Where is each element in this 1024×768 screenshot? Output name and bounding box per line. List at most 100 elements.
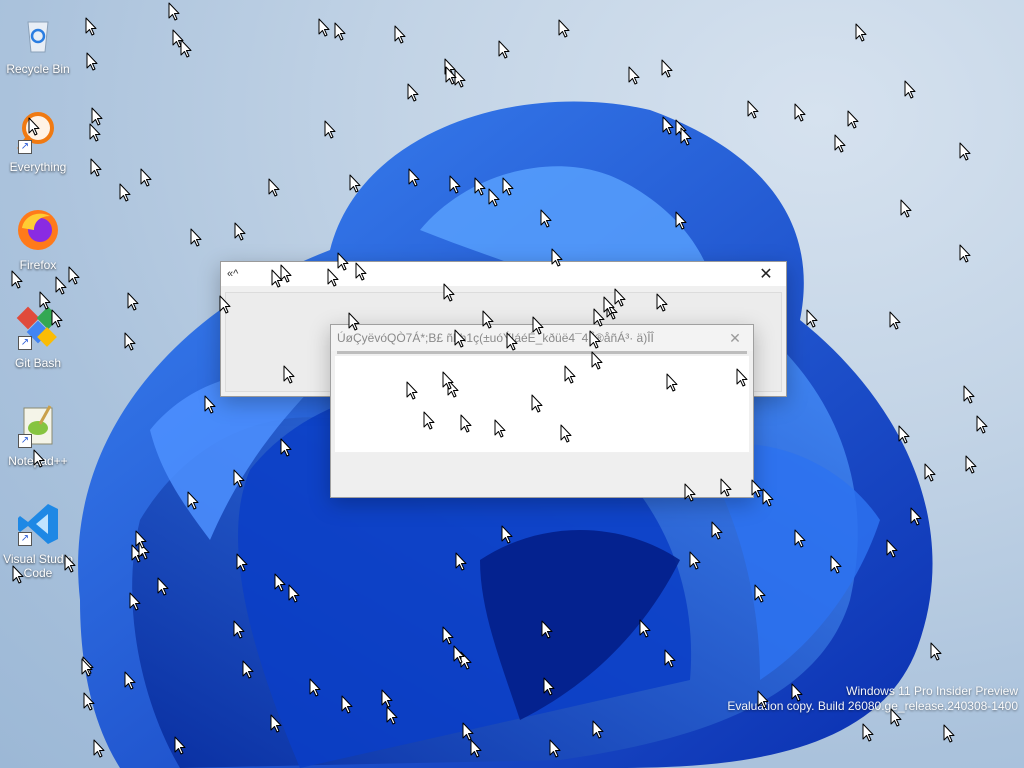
mouse-pointer-icon <box>324 120 336 139</box>
mouse-pointer-icon <box>540 209 552 228</box>
mouse-pointer-icon <box>549 739 561 758</box>
mouse-pointer-icon <box>442 371 454 390</box>
mouse-pointer-icon <box>337 252 349 271</box>
mouse-pointer-icon <box>460 414 472 433</box>
mouse-pointer-icon <box>28 117 40 136</box>
mouse-pointer-icon <box>898 425 910 444</box>
shortcut-arrow-icon: ↗ <box>18 140 32 154</box>
mouse-pointer-icon <box>454 329 466 348</box>
mouse-pointer-icon <box>386 706 398 725</box>
mouse-pointer-icon <box>589 330 601 349</box>
mouse-pointer-icon <box>124 332 136 351</box>
mouse-pointer-icon <box>900 199 912 218</box>
mouse-pointer-icon <box>564 365 576 384</box>
mouse-pointer-icon <box>234 222 246 241</box>
mouse-pointer-icon <box>86 52 98 71</box>
close-icon[interactable]: ✕ <box>721 328 749 348</box>
back-window-title: «^ <box>227 268 239 280</box>
mouse-pointer-icon <box>349 174 361 193</box>
mouse-pointer-icon <box>689 551 701 570</box>
mouse-pointer-icon <box>453 645 465 664</box>
mouse-pointer-icon <box>720 478 732 497</box>
mouse-pointer-icon <box>943 724 955 743</box>
mouse-pointer-icon <box>124 671 136 690</box>
mouse-pointer-icon <box>242 660 254 679</box>
mouse-pointer-icon <box>442 626 454 645</box>
desktop-icon-recycle-bin[interactable]: Recycle Bin <box>2 10 74 76</box>
mouse-pointer-icon <box>762 488 774 507</box>
mouse-pointer-icon <box>135 530 147 549</box>
mouse-pointer-icon <box>91 107 103 126</box>
mouse-pointer-icon <box>482 310 494 329</box>
desktop-icon-firefox[interactable]: Firefox <box>2 206 74 272</box>
firefox-icon <box>14 206 62 254</box>
mouse-pointer-icon <box>794 103 806 122</box>
mouse-pointer-icon <box>334 22 346 41</box>
mouse-pointer-icon <box>747 100 759 119</box>
mouse-pointer-icon <box>85 17 97 36</box>
mouse-pointer-icon <box>976 415 988 434</box>
mouse-pointer-icon <box>834 134 846 153</box>
mouse-pointer-icon <box>408 168 420 187</box>
shortcut-arrow-icon: ↗ <box>18 336 32 350</box>
mouse-pointer-icon <box>664 649 676 668</box>
mouse-pointer-icon <box>168 2 180 21</box>
mouse-pointer-icon <box>711 521 723 540</box>
mouse-pointer-icon <box>68 266 80 285</box>
mouse-pointer-icon <box>794 529 806 548</box>
progress-bar <box>337 351 747 354</box>
mouse-pointer-icon <box>90 158 102 177</box>
mouse-pointer-icon <box>959 244 971 263</box>
mouse-pointer-icon <box>541 620 553 639</box>
notepad-plus-plus-icon: ↗ <box>14 402 62 450</box>
mouse-pointer-icon <box>684 483 696 502</box>
mouse-pointer-icon <box>924 463 936 482</box>
mouse-pointer-icon <box>236 553 248 572</box>
mouse-pointer-icon <box>449 175 461 194</box>
mouse-pointer-icon <box>12 565 24 584</box>
desktop-icon-label: Everything <box>9 160 67 174</box>
mouse-pointer-icon <box>886 539 898 558</box>
mouse-pointer-icon <box>83 692 95 711</box>
mouse-pointer-icon <box>930 642 942 661</box>
mouse-pointer-icon <box>140 168 152 187</box>
mouse-pointer-icon <box>341 695 353 714</box>
mouse-pointer-icon <box>157 577 169 596</box>
mouse-pointer-icon <box>283 365 295 384</box>
front-dialog-title: ÚøÇyëvóQÒ7Á*;B£ ñhh1ç(±uóÝIáéÉ_kðüë4¯4ÍÌ… <box>337 331 654 345</box>
mouse-pointer-icon <box>680 127 692 146</box>
mouse-pointer-icon <box>889 311 901 330</box>
mouse-pointer-icon <box>51 309 63 328</box>
mouse-pointer-icon <box>506 332 518 351</box>
progress-fill <box>337 351 747 354</box>
mouse-pointer-icon <box>172 29 184 48</box>
mouse-pointer-icon <box>355 262 367 281</box>
mouse-pointer-icon <box>614 288 626 307</box>
mouse-pointer-icon <box>751 479 763 498</box>
mouse-pointer-icon <box>675 211 687 230</box>
mouse-pointer-icon <box>591 351 603 370</box>
mouse-pointer-icon <box>455 552 467 571</box>
desktop-icon-git-bash[interactable]: ↗ Git Bash <box>2 304 74 370</box>
mouse-pointer-icon <box>560 424 572 443</box>
mouse-pointer-icon <box>39 291 51 310</box>
mouse-pointer-icon <box>394 25 406 44</box>
mouse-pointer-icon <box>501 525 513 544</box>
desktop-icon-label: Firefox <box>19 258 57 272</box>
mouse-pointer-icon <box>348 312 360 331</box>
mouse-pointer-icon <box>423 411 435 430</box>
mouse-pointer-icon <box>219 295 231 314</box>
mouse-pointer-icon <box>443 283 455 302</box>
shortcut-arrow-icon: ↗ <box>18 532 32 546</box>
mouse-pointer-icon <box>806 309 818 328</box>
mouse-pointer-icon <box>274 573 286 592</box>
close-icon[interactable]: ✕ <box>752 264 780 284</box>
mouse-pointer-icon <box>754 584 766 603</box>
mouse-pointer-icon <box>55 276 67 295</box>
mouse-pointer-icon <box>736 368 748 387</box>
back-window-titlebar[interactable]: «^ ✕ <box>221 262 786 286</box>
mouse-pointer-icon <box>233 469 245 488</box>
mouse-pointer-icon <box>592 720 604 739</box>
recycle-bin-icon <box>14 10 62 58</box>
mouse-pointer-icon <box>233 620 245 639</box>
